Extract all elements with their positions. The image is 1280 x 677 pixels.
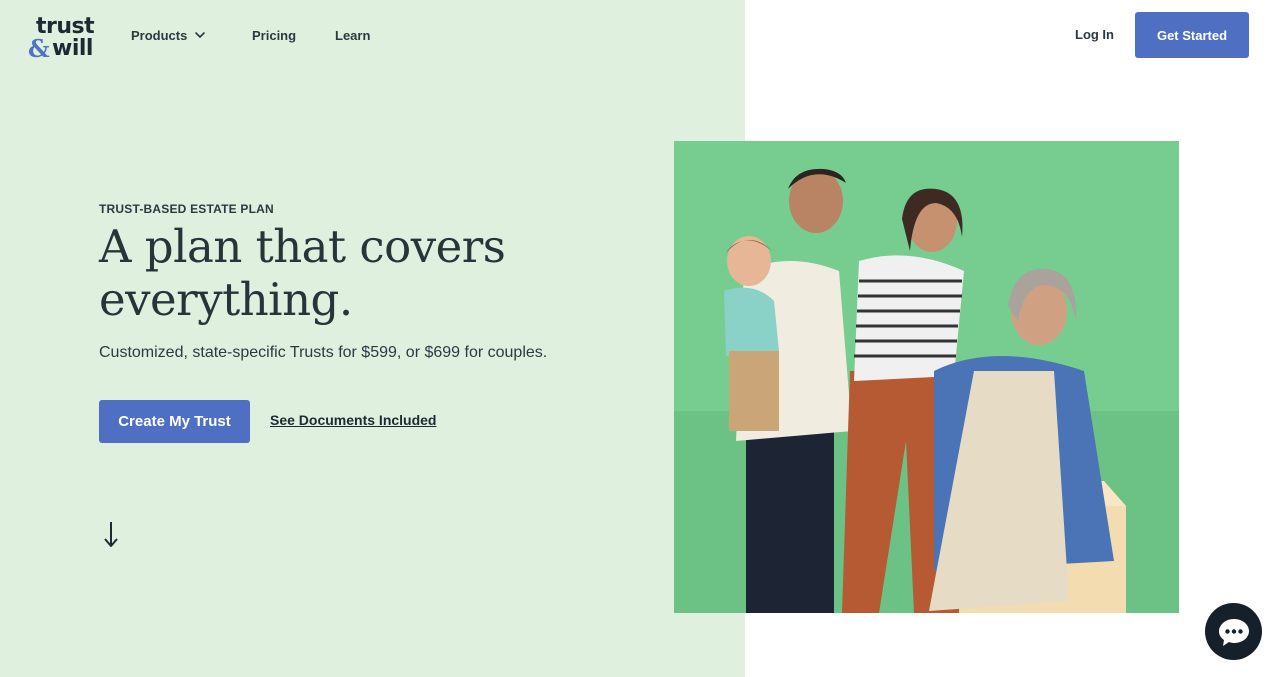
nav-products[interactable]: Products [131,27,187,45]
nav-pricing[interactable]: Pricing [252,27,296,45]
nav-learn[interactable]: Learn [335,27,370,45]
hero-subtext: Customized, state-specific Trusts for $5… [99,344,548,361]
logo-ampersand: & [28,34,50,63]
hero-family-photo [674,141,1179,613]
login-link[interactable]: Log In [1075,26,1114,44]
hero-eyebrow: TRUST-BASED ESTATE PLAN [99,202,274,216]
chat-bubble-icon [1218,618,1249,646]
arrow-down-icon[interactable] [101,518,121,550]
create-my-trust-button[interactable]: Create My Trust [99,400,250,443]
logo-word-will: will [52,36,93,61]
get-started-button[interactable]: Get Started [1135,12,1249,58]
chevron-down-icon[interactable] [194,28,206,42]
hero-left-panel [0,0,745,677]
trust-and-will-logo[interactable]: trust & will [28,16,98,66]
hero-headline: A plan that covers everything. [99,220,506,326]
see-documents-link[interactable]: See Documents Included [270,412,436,428]
chat-button[interactable] [1205,603,1262,660]
family-illustration [674,141,1179,613]
